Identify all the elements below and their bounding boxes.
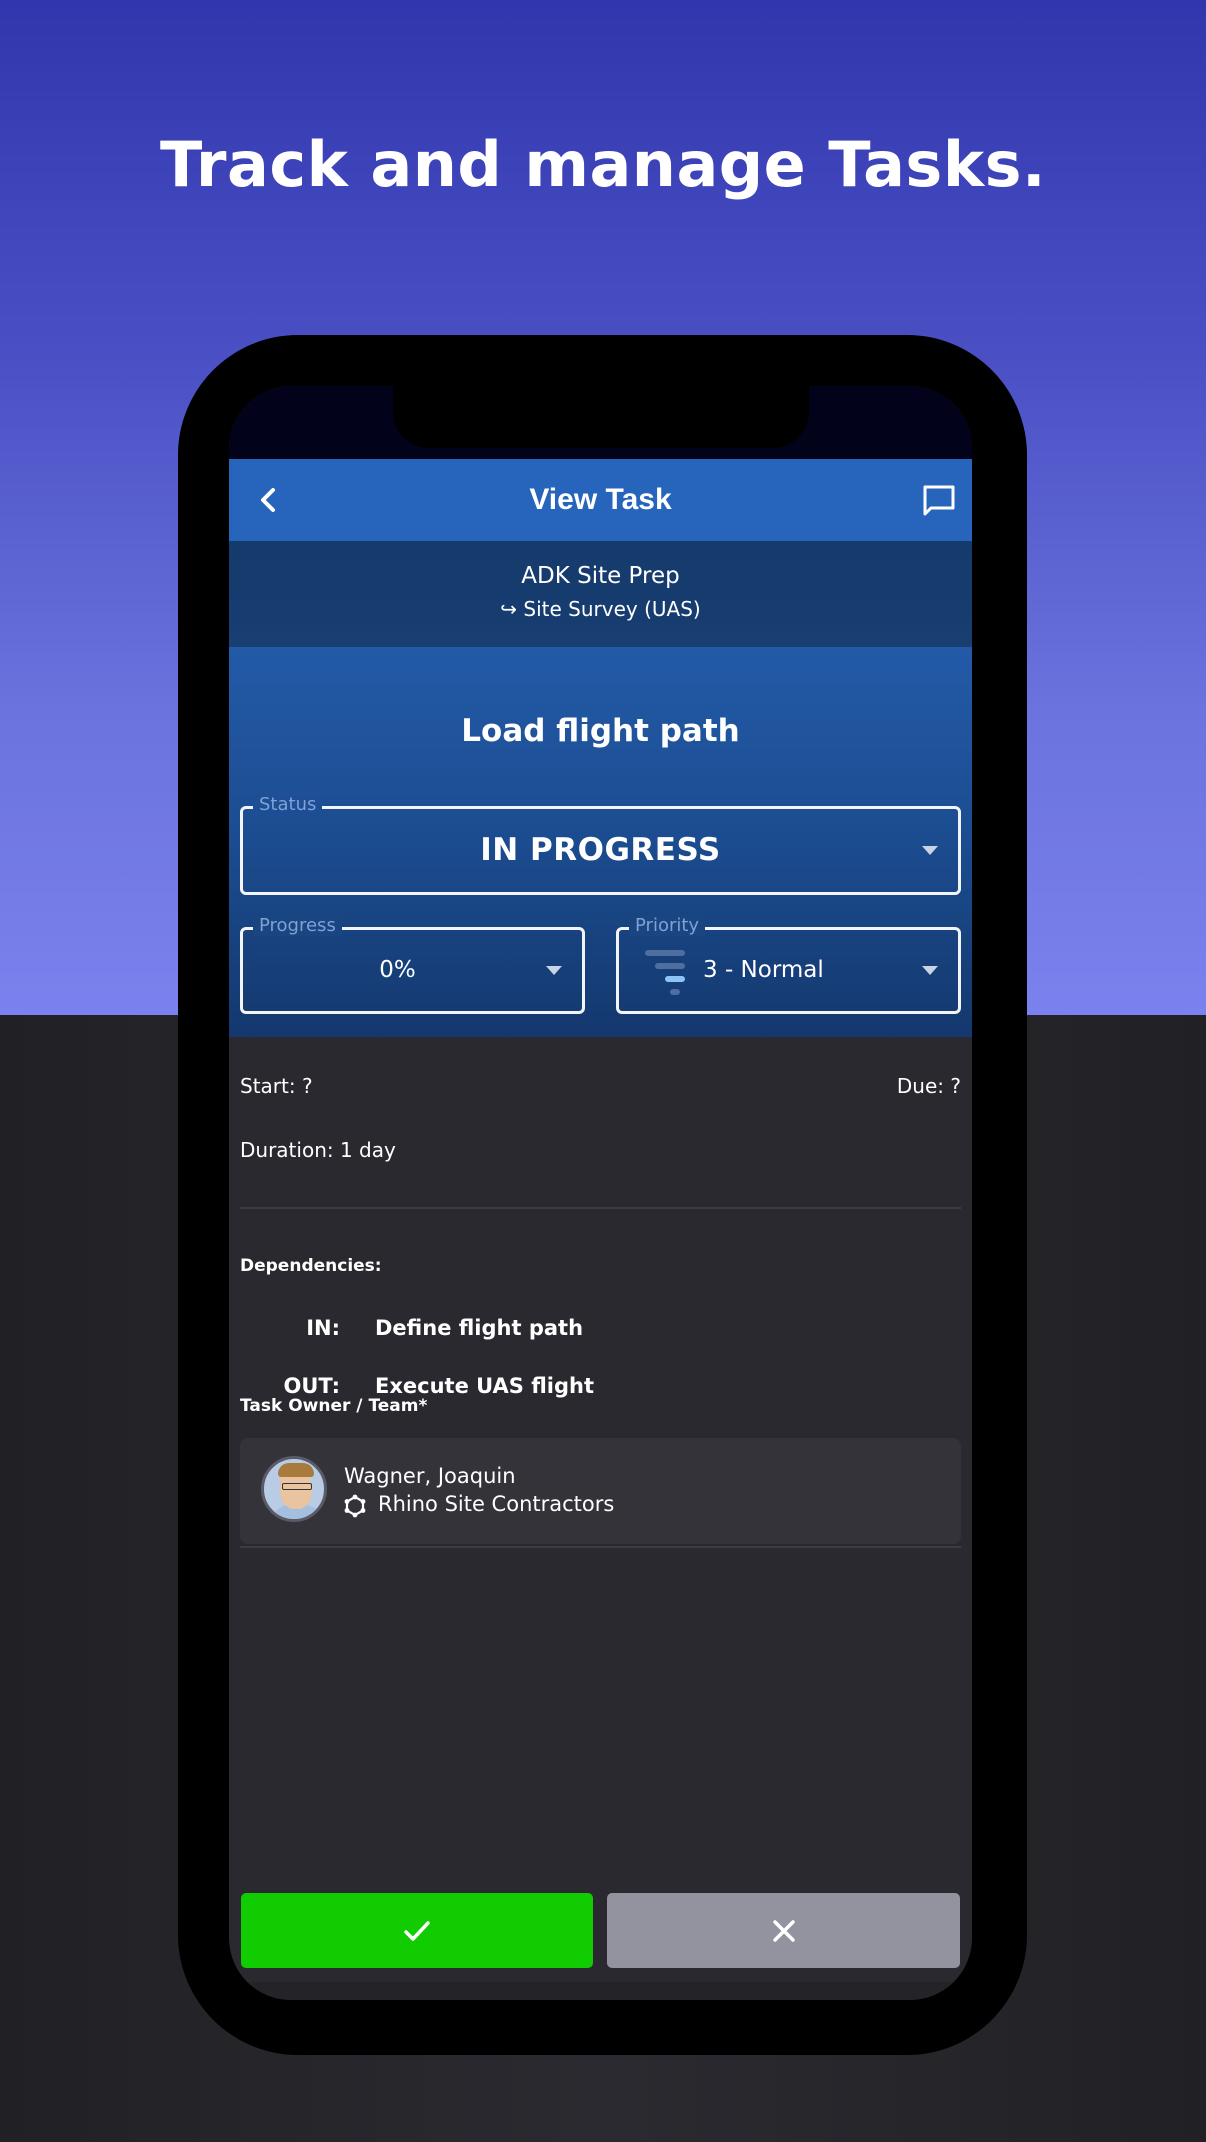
- phone-screen: View Task ADK Site Prep ↪ Site Survey (U…: [229, 386, 972, 2000]
- priority-dropdown[interactable]: Priority 3 - Normal: [616, 915, 961, 1014]
- progress-dropdown[interactable]: Progress 0%: [240, 915, 585, 1014]
- priority-label: Priority: [629, 915, 706, 936]
- home-indicator-area: [229, 1982, 972, 2000]
- caret-down-icon: [922, 846, 938, 855]
- dependency-out-task[interactable]: Execute UAS flight: [375, 1374, 594, 1398]
- priority-bar: [665, 976, 685, 982]
- dependency-in-task[interactable]: Define flight path: [375, 1316, 583, 1340]
- comment-icon[interactable]: [921, 483, 957, 519]
- owner-team: Rhino Site Contractors: [378, 1492, 615, 1516]
- dependency-in-key: IN:: [306, 1316, 340, 1340]
- status-bar: [229, 386, 972, 459]
- priority-bar: [670, 989, 680, 995]
- start-date[interactable]: Start: ?: [240, 1074, 313, 1098]
- confirm-button[interactable]: [241, 1893, 593, 1968]
- breadcrumb: ADK Site Prep ↪ Site Survey (UAS): [229, 541, 972, 647]
- priority-bar: [655, 963, 685, 969]
- page-title: View Task: [529, 483, 672, 516]
- close-icon: [772, 1919, 795, 1942]
- status-dropdown[interactable]: Status IN PROGRESS: [240, 794, 961, 895]
- owner-name: Wagner, Joaquin: [344, 1464, 516, 1488]
- due-date[interactable]: Due: ?: [897, 1074, 961, 1098]
- task-owner-card[interactable]: Wagner, Joaquin Rhino Site Contractors: [240, 1438, 961, 1544]
- caret-down-icon: [922, 966, 938, 975]
- duration: Duration: 1 day: [240, 1138, 396, 1162]
- app-bar: View Task: [229, 459, 972, 541]
- breadcrumb-parent-task[interactable]: ↪ Site Survey (UAS): [229, 597, 972, 621]
- task-title: Load flight path: [461, 713, 740, 749]
- priority-value: 3 - Normal: [703, 957, 824, 983]
- notch: [393, 386, 809, 448]
- task-header: Load flight path Status IN PROGRESS Prog…: [229, 647, 972, 1037]
- divider: [240, 1546, 961, 1548]
- status-value: IN PROGRESS: [480, 832, 721, 868]
- cancel-button[interactable]: [607, 1893, 960, 1968]
- task-owner-label: Task Owner / Team*: [240, 1396, 428, 1416]
- dependencies-label: Dependencies:: [240, 1256, 382, 1276]
- priority-bar: [645, 950, 685, 956]
- check-icon: [404, 1920, 430, 1941]
- caret-down-icon: [546, 966, 562, 975]
- breadcrumb-project[interactable]: ADK Site Prep: [229, 563, 972, 589]
- avatar: [261, 1456, 327, 1522]
- priority-level-icon: [645, 948, 691, 995]
- team-network-icon: [344, 1494, 366, 1518]
- dependency-out-key: OUT:: [283, 1374, 340, 1398]
- marketing-headline: Track and manage Tasks.: [159, 128, 1047, 201]
- progress-value: 0%: [379, 957, 416, 983]
- divider: [240, 1207, 961, 1209]
